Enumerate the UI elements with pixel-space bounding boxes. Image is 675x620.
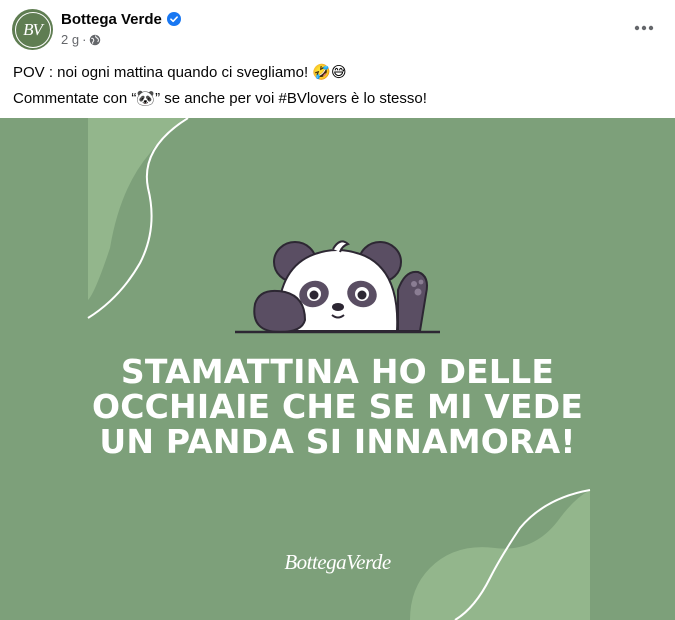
verified-badge-icon bbox=[167, 12, 181, 26]
brand-logo: BottegaVerde bbox=[284, 550, 391, 574]
avatar-initials: BV bbox=[23, 19, 43, 39]
post-image[interactable]: STAMATTINA HO DELLE OCCHIAIE CHE SE MI V… bbox=[0, 118, 675, 620]
headline: STAMATTINA HO DELLE OCCHIAIE CHE SE MI V… bbox=[0, 354, 675, 459]
post-timestamp[interactable]: 2 g bbox=[61, 32, 79, 47]
panda-illustration bbox=[235, 240, 440, 334]
caption-line-1: POV : noi ogni mattina quando ci sveglia… bbox=[13, 64, 347, 81]
caption-line-2-suffix: ” se anche per voi #BVlovers è lo stesso… bbox=[155, 90, 427, 107]
headline-line-3: UN PANDA SI INNAMORA! bbox=[99, 422, 576, 461]
headline-line-1: STAMATTINA HO DELLE bbox=[120, 352, 555, 391]
panda-emoji: 🐼 bbox=[136, 90, 156, 107]
page-avatar[interactable]: BV bbox=[12, 9, 53, 50]
avatar-ring: BV bbox=[14, 11, 51, 48]
page-name-link[interactable]: Bottega Verde bbox=[61, 11, 162, 28]
more-options-icon bbox=[634, 25, 654, 31]
caption-line-2: Commentate con “🐼” se anche per voi #BVl… bbox=[13, 86, 663, 112]
meta-separator: · bbox=[82, 32, 87, 47]
caption-line-2-prefix: Commentate con “ bbox=[13, 90, 137, 107]
globe-icon[interactable] bbox=[89, 34, 101, 46]
post-header: BV Bottega Verde 2 g · bbox=[0, 0, 675, 56]
post-caption: POV : noi ogni mattina quando ci sveglia… bbox=[13, 60, 663, 112]
post-meta: 2 g · bbox=[61, 32, 101, 47]
more-options-button[interactable] bbox=[628, 14, 660, 42]
headline-line-2: OCCHIAIE CHE SE MI VEDE bbox=[91, 387, 584, 426]
